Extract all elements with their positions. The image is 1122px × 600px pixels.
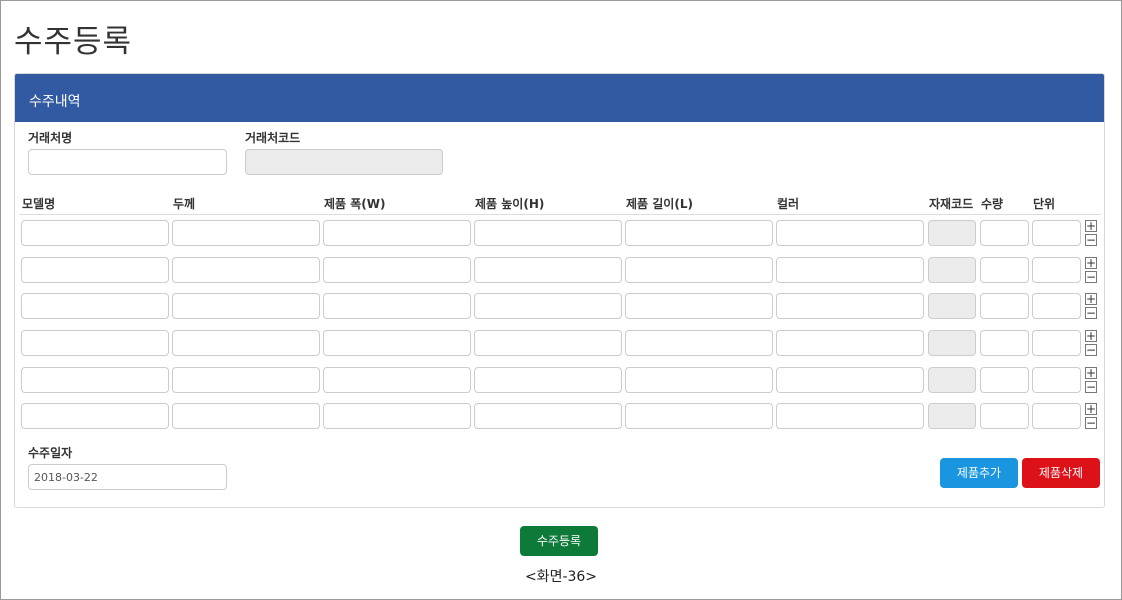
panel-header: 수주내역 [15,74,1104,122]
material-code-input [928,293,976,319]
model-input[interactable] [21,220,169,246]
column-header-quantity: 수량 [981,197,1004,211]
thickness-input[interactable] [172,403,320,429]
height-input[interactable] [474,220,622,246]
add-product-button[interactable]: 제품추가 [940,458,1018,488]
remove-row-icon[interactable]: − [1085,417,1097,429]
color-input[interactable] [776,293,924,319]
add-row-icon[interactable]: + [1085,367,1097,379]
client-name-label: 거래처명 [28,131,73,145]
column-header-length: 제품 길이(L) [626,197,693,211]
thickness-input[interactable] [172,220,320,246]
column-header-material-code: 자재코드 [929,197,974,211]
color-input[interactable] [776,257,924,283]
quantity-input[interactable] [980,293,1029,319]
add-row-icon[interactable]: + [1085,403,1097,415]
screen-caption: <화면-36> [524,569,598,585]
register-order-button[interactable]: 수주등록 [520,526,598,556]
material-code-input [928,220,976,246]
order-date-label: 수주일자 [28,446,73,460]
model-input[interactable] [21,293,169,319]
quantity-input[interactable] [980,220,1029,246]
height-input[interactable] [474,257,622,283]
add-row-icon[interactable]: + [1085,293,1097,305]
client-name-input[interactable] [28,149,227,175]
column-header-width: 제품 폭(W) [324,197,386,211]
width-input[interactable] [323,403,471,429]
client-code-label: 거래처코드 [245,131,301,145]
column-header-thickness: 두께 [173,197,196,211]
remove-row-icon[interactable]: − [1085,381,1097,393]
length-input[interactable] [625,220,773,246]
remove-row-icon[interactable]: − [1085,307,1097,319]
length-input[interactable] [625,367,773,393]
page-title: 수주등록 [14,24,133,60]
color-input[interactable] [776,330,924,356]
add-row-icon[interactable]: + [1085,330,1097,342]
color-input[interactable] [776,220,924,246]
column-header-color: 컬러 [777,197,800,211]
client-code-input [245,149,443,175]
unit-input[interactable] [1032,403,1081,429]
material-code-input [928,330,976,356]
width-input[interactable] [323,220,471,246]
material-code-input [928,403,976,429]
thickness-input[interactable] [172,257,320,283]
color-input[interactable] [776,403,924,429]
delete-product-button[interactable]: 제품삭제 [1022,458,1100,488]
header-divider [19,214,1101,215]
width-input[interactable] [323,257,471,283]
height-input[interactable] [474,293,622,319]
unit-input[interactable] [1032,257,1081,283]
order-details-panel: 수주내역 거래처명 거래처코드 모델명 두께 제품 폭(W) 제품 높이(H) … [14,73,1105,508]
remove-row-icon[interactable]: − [1085,234,1097,246]
height-input[interactable] [474,403,622,429]
unit-input[interactable] [1032,330,1081,356]
remove-row-icon[interactable]: − [1085,344,1097,356]
unit-input[interactable] [1032,367,1081,393]
add-row-icon[interactable]: + [1085,257,1097,269]
color-input[interactable] [776,367,924,393]
model-input[interactable] [21,403,169,429]
add-row-icon[interactable]: + [1085,220,1097,232]
model-input[interactable] [21,257,169,283]
quantity-input[interactable] [980,330,1029,356]
width-input[interactable] [323,367,471,393]
height-input[interactable] [474,330,622,356]
order-date-input[interactable]: 2018-03-22 [28,464,227,490]
material-code-input [928,257,976,283]
unit-input[interactable] [1032,293,1081,319]
width-input[interactable] [323,330,471,356]
thickness-input[interactable] [172,367,320,393]
length-input[interactable] [625,293,773,319]
model-input[interactable] [21,330,169,356]
thickness-input[interactable] [172,293,320,319]
material-code-input [928,367,976,393]
column-header-height: 제품 높이(H) [475,197,545,211]
thickness-input[interactable] [172,330,320,356]
column-header-model: 모델명 [22,197,56,211]
quantity-input[interactable] [980,403,1029,429]
quantity-input[interactable] [980,367,1029,393]
length-input[interactable] [625,403,773,429]
length-input[interactable] [625,330,773,356]
height-input[interactable] [474,367,622,393]
remove-row-icon[interactable]: − [1085,271,1097,283]
width-input[interactable] [323,293,471,319]
length-input[interactable] [625,257,773,283]
model-input[interactable] [21,367,169,393]
column-header-unit: 단위 [1033,197,1056,211]
unit-input[interactable] [1032,220,1081,246]
quantity-input[interactable] [980,257,1029,283]
